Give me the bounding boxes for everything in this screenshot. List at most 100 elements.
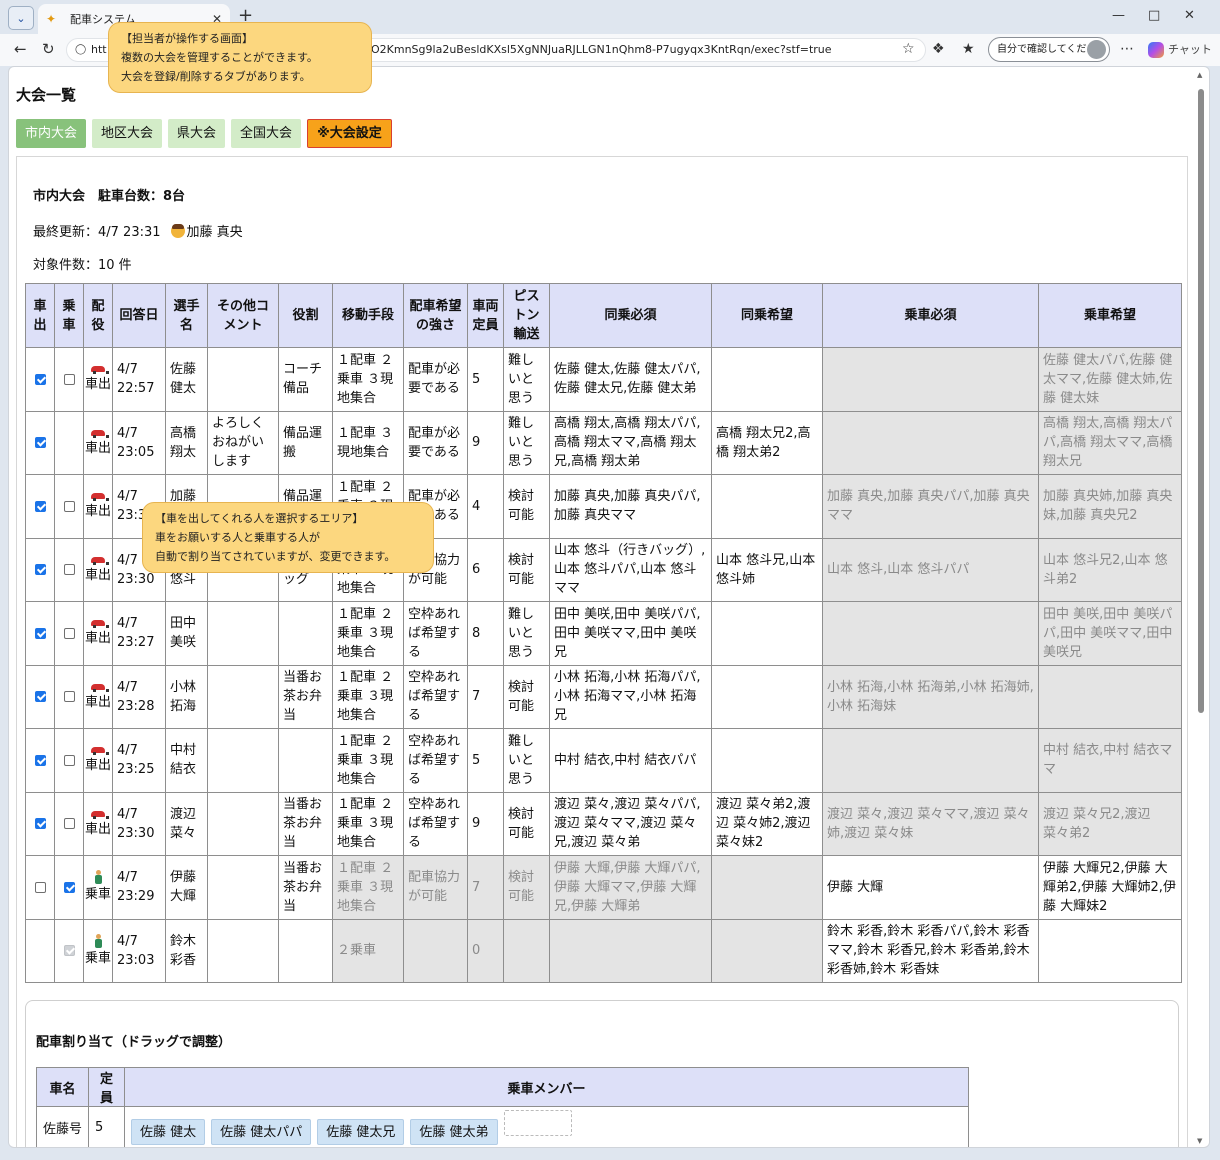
driver-checkbox[interactable] [34, 691, 46, 703]
maximize-window-icon[interactable]: □ [1148, 8, 1160, 24]
vehicle-capacity: 8 [467, 601, 504, 666]
ride-checkbox[interactable] [63, 627, 75, 639]
driver-checkbox[interactable] [34, 500, 46, 512]
car-icon [91, 491, 109, 502]
driver-checkbox[interactable] [34, 754, 46, 766]
url-text-start: htt [91, 43, 107, 56]
col-car-name: 車名 [36, 1067, 89, 1107]
car-assignment-section: 配車割り当て（ドラッグで調整） 車名 定員 乗車メンバー 佐藤号 5 佐藤 健太… [25, 1000, 1179, 1147]
comment [207, 347, 279, 412]
player-name: 高橋 翔太 [165, 410, 208, 475]
more-menu-icon[interactable]: ⋯ [1120, 41, 1134, 57]
tab-national[interactable]: 全国大会 [231, 119, 302, 148]
driver-cell [25, 855, 55, 920]
member-chip[interactable]: 佐藤 健太 [131, 1119, 206, 1145]
member-chip[interactable]: 佐藤 健太弟 [410, 1119, 498, 1145]
tab-city[interactable]: 市内大会 [16, 119, 87, 148]
site-info-icon[interactable]: ◯ [75, 39, 86, 61]
ride-checkbox[interactable] [63, 500, 75, 512]
copilot-button[interactable]: チャット [1148, 41, 1212, 58]
co-ride-preferred: 渡辺 菜々弟2,渡辺 菜々姉2,渡辺 菜々妹2 [711, 791, 823, 856]
co-ride-required: 山本 悠斗（行きバッグ）,山本 悠斗パパ,山本 悠斗ママ [549, 537, 712, 602]
co-ride-preferred: 高橋 翔太兄2,高橋 翔太弟2 [711, 410, 823, 475]
ride-checkbox[interactable] [63, 818, 75, 830]
role-cell: 車出 [83, 537, 113, 602]
piston-transport: 難しいと思う [503, 601, 550, 666]
table-row: 車出 4/7 23:05 高橋 翔太 よろしくおねがいします 備品運搬 １配車 ３現地集合… [25, 410, 1182, 475]
close-window-icon[interactable]: ✕ [1184, 8, 1195, 24]
member-chip[interactable]: 佐藤 健太兄 [317, 1119, 405, 1145]
ride-cell [54, 855, 84, 920]
table-row: 車出 4/7 23:30 渡辺 菜々 当番お茶お弁当 １配車 ２乗車 ３現地集合 空枠あれ… [25, 791, 1182, 856]
driver-checkbox[interactable] [34, 437, 46, 449]
tab-tournament-settings[interactable]: ※大会設定 [307, 119, 392, 148]
member-chip[interactable]: 佐藤 健太パパ [211, 1119, 312, 1145]
role-label: 車出 [84, 631, 111, 647]
tournament-heading: 市内大会 駐車台数：8台 [33, 189, 186, 204]
member-drop-zone[interactable]: 佐藤 健太 佐藤 健太パパ 佐藤 健太兄 佐藤 健太弟 [124, 1106, 969, 1147]
app-favicon-icon: ✦ [46, 12, 57, 26]
driver-checkbox[interactable] [34, 373, 46, 385]
piston-transport [503, 918, 550, 983]
extensions-icon[interactable]: ❖ [932, 41, 945, 57]
request-strength: 空枠あれば希望する [403, 664, 468, 729]
url-text-end: O2KmnSg9la2uBesldKXsl5XgNNJuaRJLLGN1nQhm… [371, 43, 832, 56]
col-role: 配役 [83, 283, 113, 348]
ride-checkbox[interactable] [63, 881, 75, 893]
callout-line: 複数の大会を管理することができます。 [121, 51, 318, 64]
scroll-down-icon[interactable]: ▼ [1197, 1137, 1202, 1145]
tab-district[interactable]: 地区大会 [92, 119, 163, 148]
co-ride-required: 渡辺 菜々,渡辺 菜々パパ,渡辺 菜々ママ,渡辺 菜々兄,渡辺 菜々弟 [549, 791, 712, 856]
ride-required [822, 347, 1039, 412]
favorite-star-icon[interactable]: ☆ [902, 41, 915, 57]
col-ride-preferred: 乗車希望 [1038, 283, 1182, 348]
profile-button[interactable]: 自分で確認してください [988, 37, 1110, 62]
driver-checkbox[interactable] [34, 564, 46, 576]
car-icon [91, 809, 109, 819]
answer-date: 4/7 23:05 [112, 410, 166, 475]
role-label: 車出 [84, 567, 111, 583]
back-arrow-icon[interactable]: ← [14, 40, 27, 58]
ride-required [822, 410, 1039, 475]
player-name: 伊藤 大輝 [165, 855, 208, 920]
page-scrollbar[interactable]: ▲ ▼ [1196, 71, 1206, 1145]
page-title: 大会一覧 [16, 86, 77, 104]
piston-transport: 検討可能 [503, 537, 550, 602]
role-label: 車出 [84, 504, 111, 520]
ride-required: 山本 悠斗,山本 悠斗パパ [822, 537, 1039, 602]
piston-transport: 難しいと思う [503, 728, 550, 793]
driver-cell [25, 791, 55, 856]
transport: １配車 ３現地集合 [332, 410, 404, 475]
co-ride-preferred [711, 918, 823, 983]
empty-seat-slot[interactable] [503, 1110, 572, 1136]
tournament-tabs: 市内大会 地区大会 県大会 全国大会 ※大会設定 [16, 119, 392, 148]
ride-checkbox[interactable] [63, 754, 75, 766]
driver-checkbox[interactable] [34, 818, 46, 830]
minimize-window-icon[interactable]: — [1112, 8, 1125, 24]
driver-cell [25, 347, 55, 412]
col-vehicle-capacity: 車両定員 [467, 283, 504, 348]
role-label: 乗車 [84, 950, 111, 966]
piston-transport: 検討可能 [503, 855, 550, 920]
answer-date: 4/7 22:57 [112, 347, 166, 412]
ride-checkbox[interactable] [63, 564, 75, 576]
answer-date: 4/7 23:28 [112, 664, 166, 729]
callout-line: 自動で割り当てされていますが、変更できます。 [155, 550, 396, 563]
ride-checkbox[interactable] [63, 691, 75, 703]
car-name: 佐藤号 [36, 1106, 89, 1147]
driver-checkbox[interactable] [34, 627, 46, 639]
driver-checkbox[interactable] [34, 881, 46, 893]
ride-preferred: 加藤 真央姉,加藤 真央妹,加藤 真央兄2 [1038, 474, 1182, 539]
favorites-list-icon[interactable]: ★ [962, 41, 975, 57]
tab-prefecture[interactable]: 県大会 [168, 119, 226, 148]
ride-cell [54, 474, 84, 539]
ride-checkbox[interactable] [63, 373, 75, 385]
scrollbar-thumb[interactable] [1198, 89, 1204, 713]
transport: ２乗車 [332, 918, 404, 983]
refresh-icon[interactable]: ↻ [42, 40, 55, 58]
scroll-up-icon[interactable]: ▲ [1197, 71, 1202, 79]
tab-actions-chevron-icon[interactable]: ⌄ [8, 6, 34, 30]
ride-cell [54, 537, 84, 602]
ride-preferred: 佐藤 健太パパ,佐藤 健太ママ,佐藤 健太姉,佐藤 健太妹 [1038, 347, 1182, 412]
duty [278, 918, 333, 983]
